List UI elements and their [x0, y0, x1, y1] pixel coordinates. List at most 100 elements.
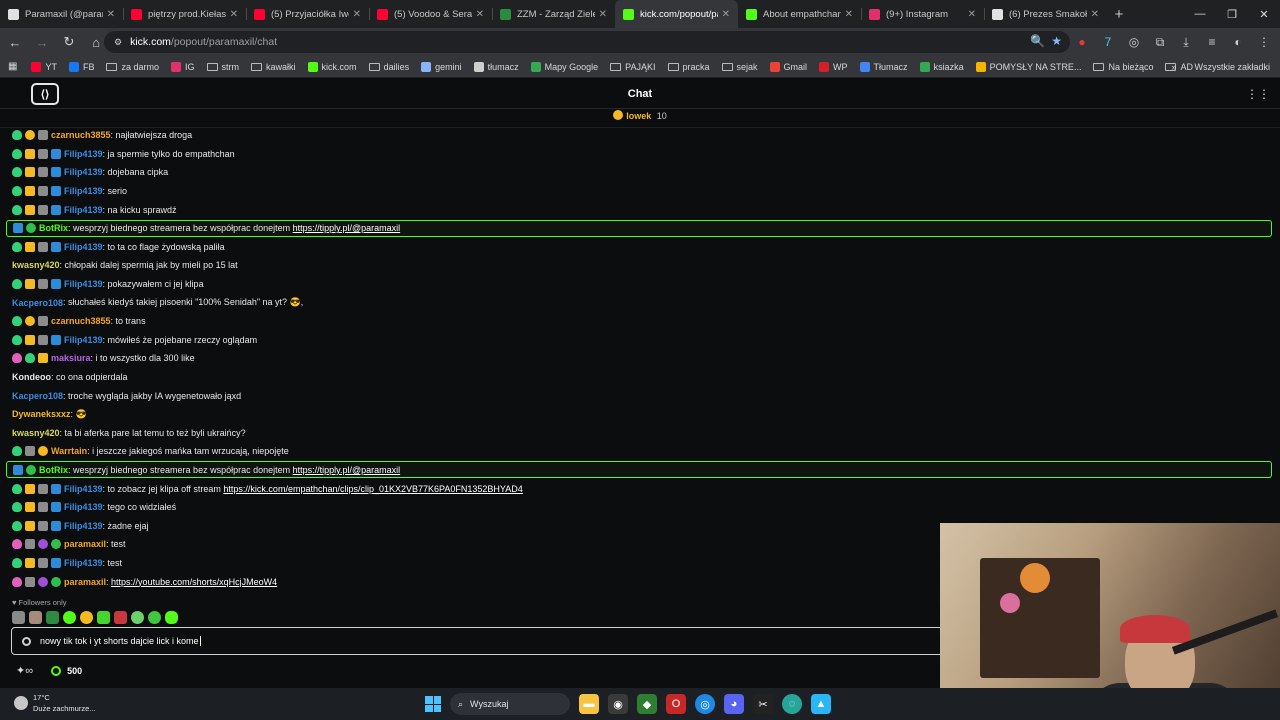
user-badge-icon[interactable]: [12, 148, 22, 159]
tab-close-icon[interactable]: ✕: [845, 9, 853, 20]
user-badge-icon[interactable]: [12, 279, 22, 290]
user-badge-icon[interactable]: [38, 167, 48, 178]
bookmark-item[interactable]: WP: [819, 61, 848, 72]
chat-username[interactable]: Filip4139: [64, 186, 103, 196]
chat-link[interactable]: https://tipply.pl/@paramaxil: [293, 223, 401, 233]
chat-username[interactable]: Filip4139: [64, 521, 103, 531]
user-badge-icon[interactable]: [38, 279, 48, 290]
chat-username[interactable]: czarnuch3855: [51, 130, 111, 140]
vpn-globe-icon[interactable]: ◌: [782, 694, 802, 714]
site-info-icon[interactable]: ⚙: [114, 37, 122, 48]
7tv-extension-icon[interactable]: 7: [1096, 30, 1120, 54]
user-badge-icon[interactable]: [12, 204, 22, 215]
user-badge-icon[interactable]: [25, 148, 35, 159]
chat-username[interactable]: Kondeoo: [12, 372, 51, 382]
windows-start-icon[interactable]: [425, 696, 441, 712]
chat-username[interactable]: Dywaneksxxz: [12, 409, 71, 419]
extension-icon[interactable]: ◎: [1122, 30, 1146, 54]
bookmark-item[interactable]: POMYSŁY NA STRE...: [975, 61, 1081, 72]
user-badge-icon[interactable]: [38, 446, 48, 457]
chat-username[interactable]: Filip4139: [64, 502, 103, 512]
file-explorer-icon[interactable]: ▬: [579, 694, 599, 714]
user-badge-icon[interactable]: [12, 483, 22, 494]
chat-username[interactable]: Filip4139: [64, 335, 103, 345]
minimize-icon[interactable]: —: [1184, 0, 1216, 28]
browser-tab[interactable]: kick.com/popout/paramaxil ✕: [615, 0, 738, 28]
vpn-shield-icon[interactable]: ◆: [637, 694, 657, 714]
user-badge-icon[interactable]: [25, 557, 35, 568]
chat-username[interactable]: Filip4139: [64, 205, 103, 215]
user-badge-icon[interactable]: [25, 483, 35, 494]
chat-username[interactable]: Filip4139: [64, 484, 103, 494]
user-badge-icon[interactable]: [25, 520, 35, 531]
user-badge-icon[interactable]: [12, 186, 22, 197]
user-badge-icon[interactable]: [25, 204, 35, 215]
browser-tab[interactable]: piętrzy prod.Kiełas - YouTube ✕: [123, 0, 246, 28]
user-badge-icon[interactable]: [38, 204, 48, 215]
user-badge-icon[interactable]: [12, 520, 22, 531]
emote[interactable]: [114, 611, 127, 624]
user-badge-icon[interactable]: [51, 148, 61, 159]
maximize-icon[interactable]: ❐: [1216, 0, 1248, 28]
user-badge-icon[interactable]: [38, 186, 48, 197]
all-bookmarks[interactable]: » Wszystkie zakładki: [1171, 56, 1270, 78]
chat-username[interactable]: kwasny420: [12, 428, 60, 438]
bookmark-item[interactable]: strm: [206, 62, 239, 72]
user-badge-icon[interactable]: [51, 334, 61, 345]
browser-tab[interactable]: (5) Voodoo & Serano ✕: [369, 0, 492, 28]
chat-username[interactable]: Warrtain: [51, 446, 87, 456]
bookmark-item[interactable]: za darmo: [106, 62, 159, 72]
zoom-icon[interactable]: 🔍: [1030, 34, 1045, 48]
tab-close-icon[interactable]: ✕: [1091, 9, 1099, 20]
user-badge-icon[interactable]: [51, 279, 61, 290]
channel-points-icon[interactable]: [51, 665, 62, 676]
bookmark-item[interactable]: pracka: [667, 62, 710, 72]
extensions-puzzle-icon[interactable]: ⧉: [1148, 30, 1172, 54]
user-badge-icon[interactable]: [25, 186, 35, 197]
chat-username[interactable]: paramaxil: [64, 577, 106, 587]
chat-username[interactable]: paramaxil: [64, 539, 106, 549]
emote-picker-icon[interactable]: [22, 636, 31, 646]
obs-icon[interactable]: ◉: [608, 694, 628, 714]
browser-tab[interactable]: Paramaxil (@paramaxil) ✕: [0, 0, 123, 28]
opera-icon[interactable]: O: [666, 694, 686, 714]
browser-tab[interactable]: (9+) Instagram ✕: [861, 0, 984, 28]
user-badge-icon[interactable]: [38, 241, 48, 252]
bookmark-item[interactable]: kawałki: [251, 62, 296, 72]
user-badge-icon[interactable]: [38, 539, 48, 550]
user-badge-icon[interactable]: [25, 576, 35, 587]
user-badge-icon[interactable]: [38, 334, 48, 345]
chat-username[interactable]: Filip4139: [64, 279, 103, 289]
media-control-icon[interactable]: ≡: [1200, 30, 1224, 54]
bookmark-item[interactable]: Tłumacz: [859, 61, 908, 72]
user-badge-icon[interactable]: [38, 148, 48, 159]
back-icon[interactable]: ←: [3, 30, 27, 54]
emote[interactable]: [165, 611, 178, 624]
user-badge-icon[interactable]: [25, 446, 35, 457]
bookmark-item[interactable]: kick.com: [307, 61, 357, 72]
chat-input[interactable]: nowy tik tok i yt shorts dajcie lick i k…: [11, 627, 943, 655]
bookmark-item[interactable]: dailies: [368, 62, 409, 72]
user-badge-icon[interactable]: [51, 186, 61, 197]
chat-username[interactable]: Filip4139: [64, 149, 103, 159]
user-badge-icon[interactable]: [12, 130, 22, 141]
emote[interactable]: [97, 611, 110, 624]
browser-tab[interactable]: ZZM - Zarząd Zieleni ✕: [492, 0, 615, 28]
chat-username[interactable]: maksiura: [51, 353, 91, 363]
user-badge-icon[interactable]: [25, 279, 35, 290]
browser-tab[interactable]: About empathchan - Kick ✕: [738, 0, 861, 28]
profile-avatar-icon[interactable]: ◐: [1226, 30, 1250, 54]
tab-close-icon[interactable]: ✕: [722, 9, 730, 20]
address-bar[interactable]: ⚙ kick.com/popout/paramaxil/chat 🔍 ★: [104, 31, 1070, 53]
chat-username[interactable]: Filip4139: [64, 167, 103, 177]
user-badge-icon[interactable]: [13, 464, 23, 475]
chat-settings-icon[interactable]: ⋮⋮: [1246, 87, 1270, 101]
close-window-icon[interactable]: ✕: [1248, 0, 1280, 28]
user-badge-icon[interactable]: [51, 502, 61, 513]
tab-close-icon[interactable]: ✕: [476, 9, 484, 20]
user-badge-icon[interactable]: [51, 167, 61, 178]
user-badge-icon[interactable]: [38, 520, 48, 531]
user-badge-icon[interactable]: [25, 539, 35, 550]
emote[interactable]: [63, 611, 76, 624]
chrome-icon[interactable]: ◎: [695, 694, 715, 714]
